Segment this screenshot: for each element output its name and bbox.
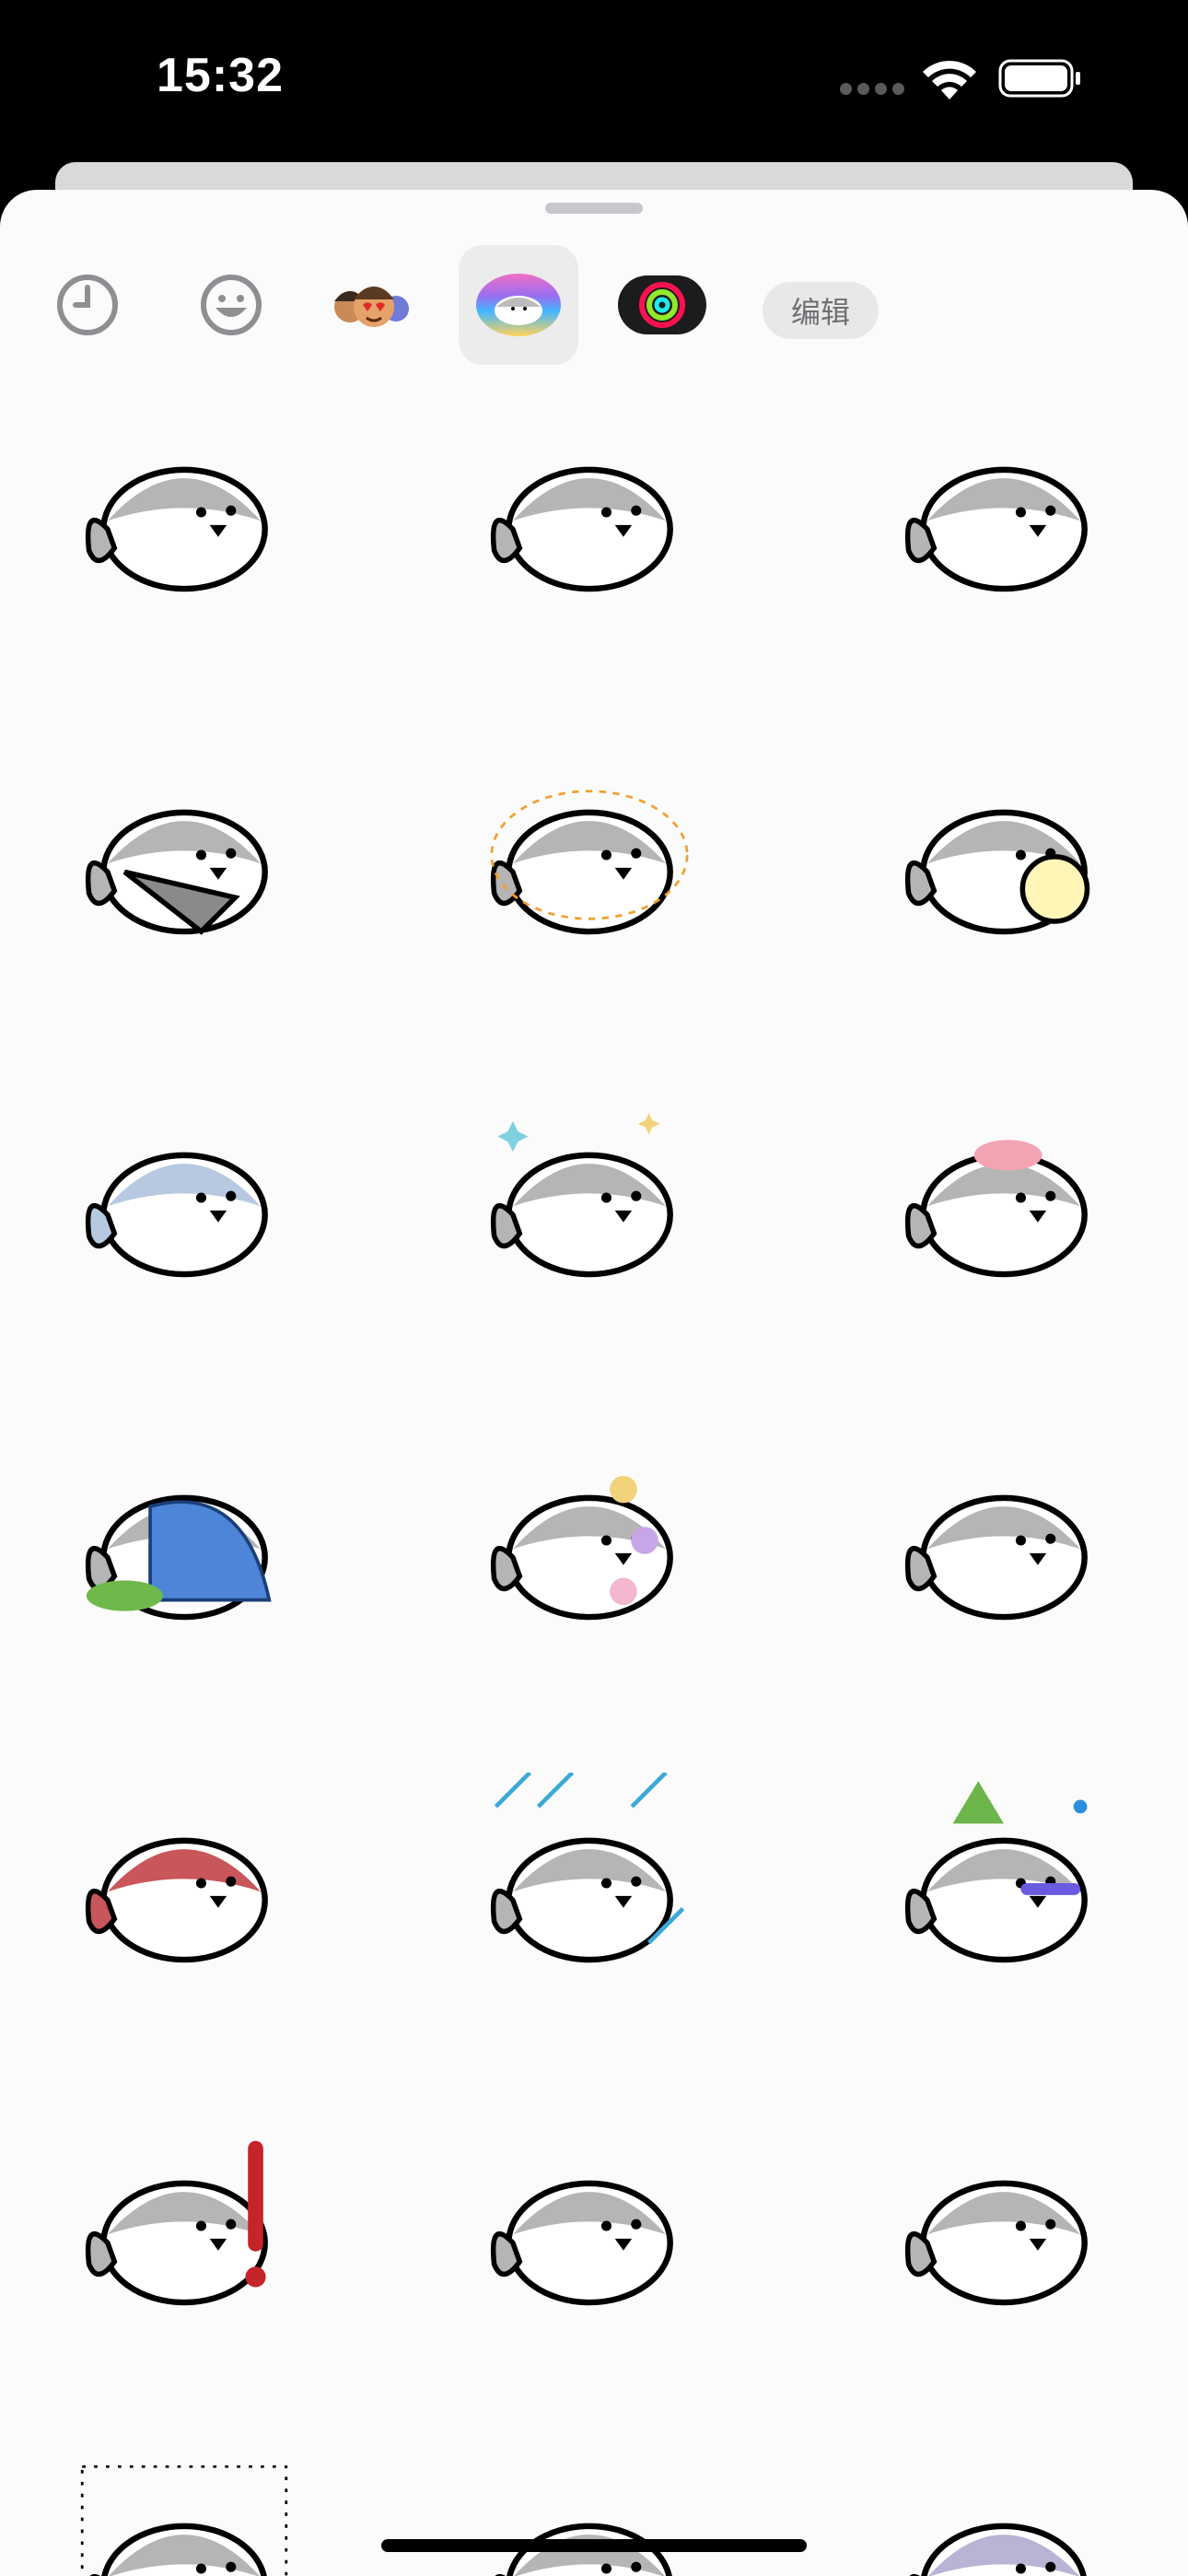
seal-crying-rain-icon <box>490 1773 685 1963</box>
seal-flowers-icon <box>490 1475 673 1621</box>
seal-crying-purple-icon <box>909 2523 1087 2576</box>
tab-memoji[interactable] <box>316 245 436 365</box>
activity-rings-icon <box>618 275 706 334</box>
sticker-keyboard-sheet: 编辑 <box>0 190 1188 2576</box>
sticker-seal-glowing-outline[interactable] <box>470 735 709 975</box>
seal-lying-left-icon <box>85 466 268 592</box>
seal-lying-shadow-icon <box>904 2180 1088 2306</box>
tab-seal-stickers[interactable] <box>459 245 578 365</box>
seal-lying-right-icon <box>904 466 1088 592</box>
sticker-seal-shocked-lines[interactable] <box>64 2449 304 2576</box>
seal-holding-fish-icon <box>85 809 268 935</box>
tab-activity[interactable] <box>602 245 722 365</box>
battery-icon <box>998 59 1080 98</box>
sticker-tab-bar: 编辑 <box>0 245 1188 374</box>
sticker-seal-crying-rain[interactable] <box>470 1763 709 2003</box>
sticker-seal-party-hat[interactable] <box>884 1763 1124 2003</box>
sticker-seal-sparkles[interactable] <box>470 1078 709 1317</box>
sticker-seal-lying-shadow[interactable] <box>884 2106 1124 2346</box>
sticker-seal-upright-tail-left[interactable] <box>470 392 709 632</box>
seal-plain-oval-icon <box>904 1494 1088 1621</box>
sticker-seal-sleeping-blanket[interactable] <box>64 1421 304 1660</box>
sticker-seal-plain-oval[interactable] <box>884 1421 1124 1660</box>
seal-with-chick-icon <box>904 809 1090 935</box>
sticker-seal-crying-purple[interactable] <box>884 2449 1124 2576</box>
cellular-signal-icon <box>840 83 914 95</box>
clock-icon <box>57 275 118 335</box>
status-time: 15:32 <box>157 49 284 102</box>
sticker-seal-holding-fish[interactable] <box>64 735 304 975</box>
seal-red-blush-icon <box>85 1837 268 1963</box>
sticker-seal-flowers[interactable] <box>470 1421 709 1660</box>
home-indicator[interactable] <box>381 2539 807 2552</box>
sticker-seal-lying-left[interactable] <box>64 392 304 632</box>
sticker-seal-blue-tilted[interactable] <box>64 1078 304 1317</box>
sticker-seal-with-chick[interactable] <box>884 735 1124 975</box>
sticker-seal-lying-right[interactable] <box>884 392 1124 632</box>
sticker-seal-surprised-exclamation[interactable] <box>64 2106 304 2346</box>
seal-surprised-exclamation-icon <box>85 2140 268 2306</box>
seal-blue-tilted-icon <box>85 1152 268 1278</box>
seal-party-hat-icon <box>904 1781 1088 1963</box>
wifi-icon <box>923 60 976 100</box>
seal-standing-tall-icon <box>495 2523 672 2576</box>
sticker-seal-standing-tall[interactable] <box>470 2449 709 2576</box>
smiley-icon <box>201 275 262 335</box>
edit-button[interactable]: 编辑 <box>763 282 879 339</box>
seal-upright-tail-left-icon <box>490 466 673 592</box>
tab-emoji[interactable] <box>171 245 291 365</box>
seal-sleeping-blanket-icon <box>85 1494 272 1621</box>
seal-shocked-lines-icon <box>80 2465 288 2576</box>
sticker-seal-angry-blush[interactable] <box>884 1078 1124 1317</box>
sticker-seal-lying-long[interactable] <box>470 2106 709 2346</box>
sheet-grabber[interactable] <box>545 203 643 214</box>
seal-glowing-outline-icon <box>490 790 689 935</box>
seal-angry-blush-icon <box>904 1140 1088 1278</box>
tab-recent[interactable] <box>28 245 147 365</box>
status-bar: 15:32 <box>0 0 1188 161</box>
seal-sticker-pack-icon <box>476 274 561 336</box>
seal-sparkles-icon <box>490 1112 673 1278</box>
seal-lying-long-icon <box>490 2180 673 2306</box>
memoji-icon <box>334 287 409 327</box>
sticker-seal-red-blush[interactable] <box>64 1763 304 2003</box>
